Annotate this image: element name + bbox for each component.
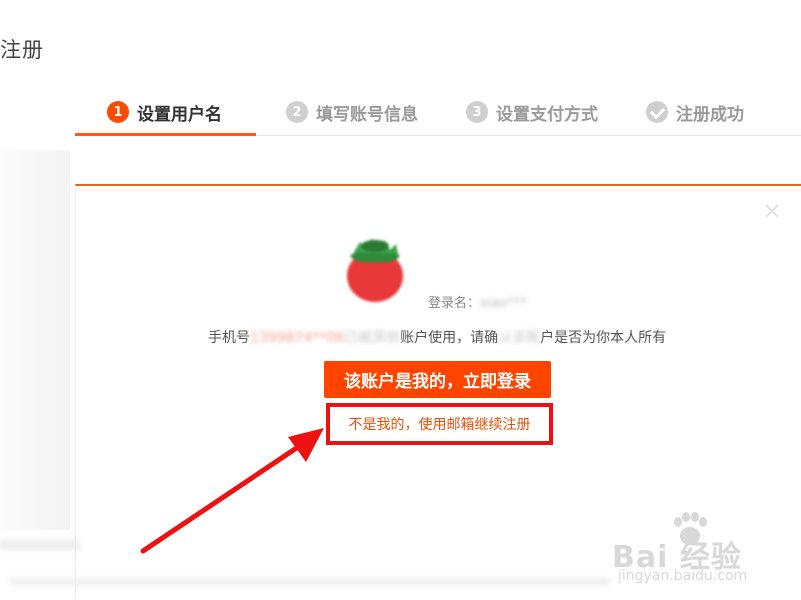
page-title: 注册 <box>0 38 44 62</box>
highlight-box: 不是我的，使用邮箱继续注册 <box>326 403 553 445</box>
step-set-username: 1 设置用户名 <box>107 98 222 126</box>
avatar <box>347 238 403 302</box>
step-label: 设置支付方式 <box>496 104 598 125</box>
step-account-info: 2 填写账号信息 <box>286 98 418 126</box>
login-now-button[interactable]: 该账户是我的，立即登录 <box>324 361 551 398</box>
blurred-footer-text <box>10 578 610 586</box>
active-step-underline <box>75 133 256 136</box>
blurred-sidebar <box>0 150 70 530</box>
masked-phone: 1399874**08 <box>250 330 345 346</box>
check-circle-icon <box>646 101 668 123</box>
step-number-1: 1 <box>107 101 129 123</box>
step-payment: 3 设置支付方式 <box>466 98 598 126</box>
register-with-email-link[interactable]: 不是我的，使用邮箱继续注册 <box>349 414 531 434</box>
login-name: 登录名：xiao*** <box>428 296 527 311</box>
account-info-message: 手机号1399874**08已被其他账户使用，请确认该账户是否为你本人所有 <box>208 330 667 346</box>
step-label: 注册成功 <box>676 104 744 125</box>
step-success: 注册成功 <box>646 98 744 126</box>
step-number-2: 2 <box>286 101 308 123</box>
baidu-jingyan-watermark: Bai 经验 jingyan.baidu.com <box>612 512 792 596</box>
close-icon[interactable] <box>765 204 779 218</box>
blurred-footer-text <box>0 540 80 550</box>
step-label: 设置用户名 <box>137 104 222 125</box>
watermark-url: jingyan.baidu.com <box>618 568 748 584</box>
registration-steps: 1 设置用户名 2 填写账号信息 3 设置支付方式 注册成功 <box>75 90 801 136</box>
step-label: 填写账号信息 <box>316 104 418 125</box>
step-number-3: 3 <box>466 101 488 123</box>
login-name-value: xiao*** <box>480 296 527 311</box>
